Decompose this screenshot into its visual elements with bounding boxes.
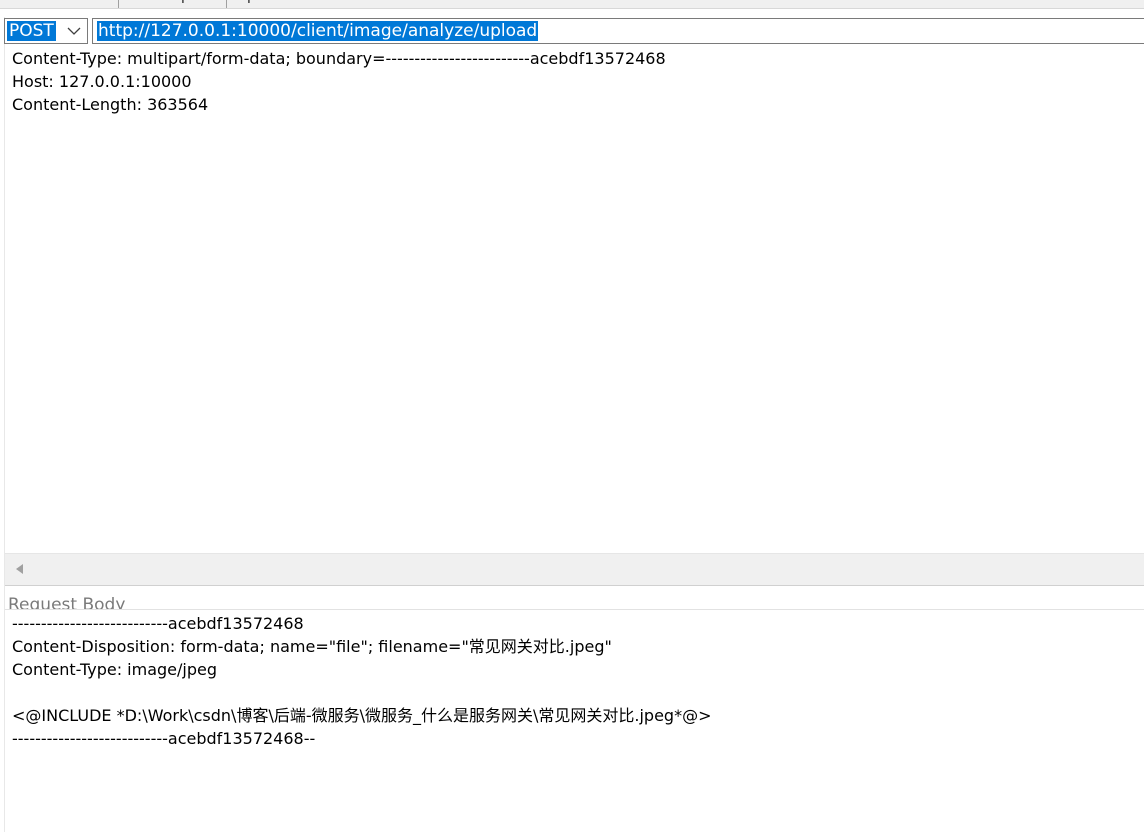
tab-scratchpad[interactable]: Scratchpad (128, 0, 207, 8)
http-method-select[interactable]: POST (4, 18, 88, 44)
body-line: ---------------------------acebdf1357246… (12, 614, 304, 633)
header-line: Content-Length: 363564 (12, 95, 209, 114)
chevron-down-icon[interactable] (67, 25, 81, 37)
request-body-editor[interactable]: ---------------------------acebdf1357246… (5, 610, 1144, 832)
request-headers-editor[interactable]: Content-Type: multipart/form-data; bound… (5, 45, 1144, 553)
body-line: <@INCLUDE *D:\Work\csdn\博客\后端-微服务\微服务_什么… (12, 706, 712, 725)
url-input[interactable]: http://127.0.0.1:10000/client/image/anal… (92, 18, 1144, 44)
header-line: Content-Type: multipart/form-data; bound… (12, 49, 666, 68)
request-body-header: Request Body (5, 587, 1144, 610)
url-value: http://127.0.0.1:10000/client/image/anal… (97, 21, 539, 41)
http-method-value: POST (7, 21, 56, 41)
headers-horizontal-scrollbar[interactable] (5, 553, 1144, 586)
tab-options[interactable]: Options (236, 0, 290, 8)
body-line: ---------------------------acebdf1357246… (12, 729, 316, 748)
body-line: Content-Type: image/jpeg (12, 660, 217, 679)
tab-separator (118, 0, 119, 8)
request-body-label: Request Body (8, 595, 126, 610)
body-line: Content-Disposition: form-data; name="fi… (12, 637, 612, 656)
header-line: Host: 127.0.0.1:10000 (12, 72, 192, 91)
request-line: POST http://127.0.0.1:10000/client/image… (0, 17, 1144, 45)
scroll-left-arrow-icon[interactable] (16, 564, 23, 574)
tab-separator (226, 0, 227, 8)
composer-tab-strip: Raw Scratchpad Options (0, 0, 1144, 9)
composer-window: Raw Scratchpad Options POST http://127.0… (0, 0, 1144, 832)
tab-raw[interactable]: Raw (68, 0, 97, 8)
